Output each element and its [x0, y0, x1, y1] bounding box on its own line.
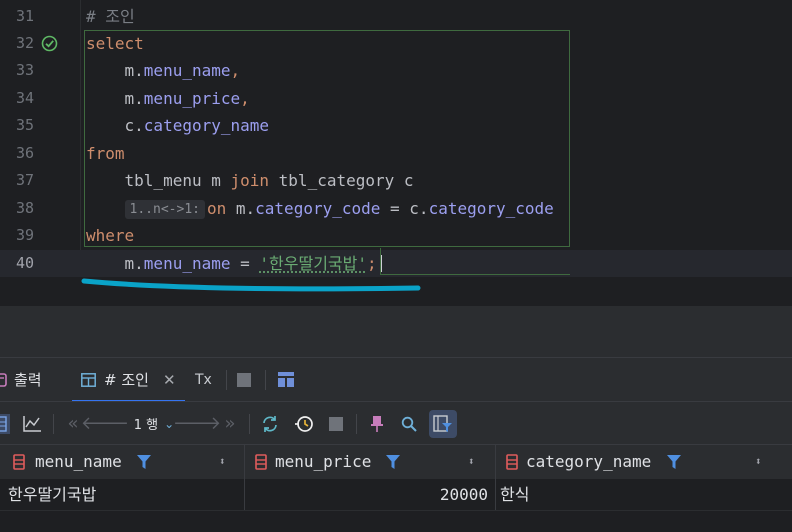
services-tab-bar: 출력 # 조인 ✕ Tx: [0, 357, 792, 402]
table-view-toggle[interactable]: [0, 414, 10, 434]
sql-comment: # 조인: [86, 7, 135, 26]
table-icon: [81, 373, 96, 387]
close-icon[interactable]: ✕: [163, 358, 176, 402]
panel-spacer: [0, 305, 792, 358]
search-icon: [401, 416, 417, 432]
cancel-query-button[interactable]: [325, 402, 347, 445]
prev-page-icon[interactable]: 🡐: [81, 402, 129, 445]
refresh-icon: [263, 415, 277, 432]
stop-icon[interactable]: [237, 373, 251, 387]
column-header-category-name[interactable]: category_name ⬍: [496, 445, 792, 479]
search-button[interactable]: [398, 402, 420, 445]
tab-join-label: # 조인: [104, 371, 149, 389]
statement-highlight-box: [84, 30, 570, 247]
column-name: menu_price: [275, 452, 372, 471]
tab-separator: [265, 370, 266, 390]
history-button[interactable]: [291, 402, 317, 445]
result-grid-header: menu_name ⬍ menu_price ⬍ category_name ⬍: [0, 444, 792, 480]
tab-output[interactable]: 출력: [0, 358, 60, 402]
chart-icon: [23, 415, 41, 432]
sort-icon[interactable]: ⬍: [755, 445, 762, 479]
refresh-button[interactable]: [258, 402, 282, 445]
line-number: 36: [15, 144, 34, 162]
line-number: 40: [15, 254, 34, 272]
table-row[interactable]: 한우딸기국밥 20000 한식: [0, 479, 792, 510]
cell-menu-price[interactable]: 20000: [245, 479, 496, 510]
grid-empty-area: [0, 510, 792, 532]
line-number: 32: [15, 34, 34, 52]
line-number: 33: [15, 61, 34, 79]
last-page-icon[interactable]: »: [219, 402, 241, 445]
punctuation: ;: [367, 254, 377, 273]
line-number: 35: [15, 116, 34, 134]
next-page-icon[interactable]: 🡒: [173, 402, 221, 445]
toolbar-separator: [53, 414, 54, 434]
output-icon: [0, 373, 7, 387]
line-number: 31: [15, 7, 34, 25]
tab-transaction[interactable]: Tx: [192, 358, 220, 402]
column-type-icon: [13, 454, 25, 470]
filter-icon[interactable]: [137, 455, 151, 469]
table-view-icon: [0, 416, 7, 432]
line-number: 38: [15, 199, 34, 217]
tab-separator: [226, 370, 227, 390]
line-number: 37: [15, 171, 34, 189]
tab-join-result[interactable]: # 조인 ✕: [72, 358, 185, 402]
cell-menu-name[interactable]: 한우딸기국밥: [0, 479, 245, 510]
history-icon: [295, 415, 313, 432]
code-line-31[interactable]: 31 # 조인: [0, 3, 792, 30]
column-type-icon: [255, 454, 267, 470]
transaction-icon: Tx: [195, 372, 212, 388]
line-number: 34: [15, 89, 34, 107]
column-name: category_name: [526, 452, 652, 471]
run-success-icon[interactable]: [41, 35, 58, 52]
toolbar-separator: [356, 414, 357, 434]
pin-button[interactable]: [366, 402, 388, 445]
column-header-menu-name[interactable]: menu_name ⬍: [0, 445, 245, 479]
tab-output-label: 출력: [14, 371, 42, 389]
filter-icon[interactable]: [667, 455, 681, 469]
sort-icon[interactable]: ⬍: [219, 445, 226, 479]
text-cursor: [381, 255, 382, 272]
sort-icon[interactable]: ⬍: [468, 445, 475, 479]
filter-icon: [433, 415, 452, 432]
filter-toggle-button[interactable]: [429, 410, 457, 438]
page-size-label: 1 행: [133, 418, 159, 433]
pin-icon: [371, 415, 383, 432]
string-literal: '한우딸기국밥': [259, 254, 367, 273]
column-type-icon: [506, 454, 518, 470]
code-editor[interactable]: 31 # 조인 32 select 33 m.menu_name, 34 m.m…: [0, 0, 792, 305]
column-header-menu-price[interactable]: menu_price ⬍: [245, 445, 496, 479]
table-alias: m.: [124, 254, 144, 273]
stop-icon: [329, 416, 343, 431]
filter-icon[interactable]: [386, 455, 400, 469]
layout-icon[interactable]: [278, 372, 294, 387]
column-ref: menu_name: [143, 254, 231, 273]
column-name: menu_name: [35, 452, 122, 471]
annotation-underline: [81, 278, 421, 292]
statement-highlight-box: [380, 248, 570, 275]
toolbar-separator: [249, 414, 250, 434]
cell-category-name[interactable]: 한식: [496, 479, 792, 510]
line-number: 39: [15, 226, 34, 244]
operator: =: [230, 254, 260, 273]
result-toolbar: « 🡐 1 행 ⌄ 🡒 »: [0, 401, 792, 445]
chart-view-button[interactable]: [20, 402, 44, 445]
